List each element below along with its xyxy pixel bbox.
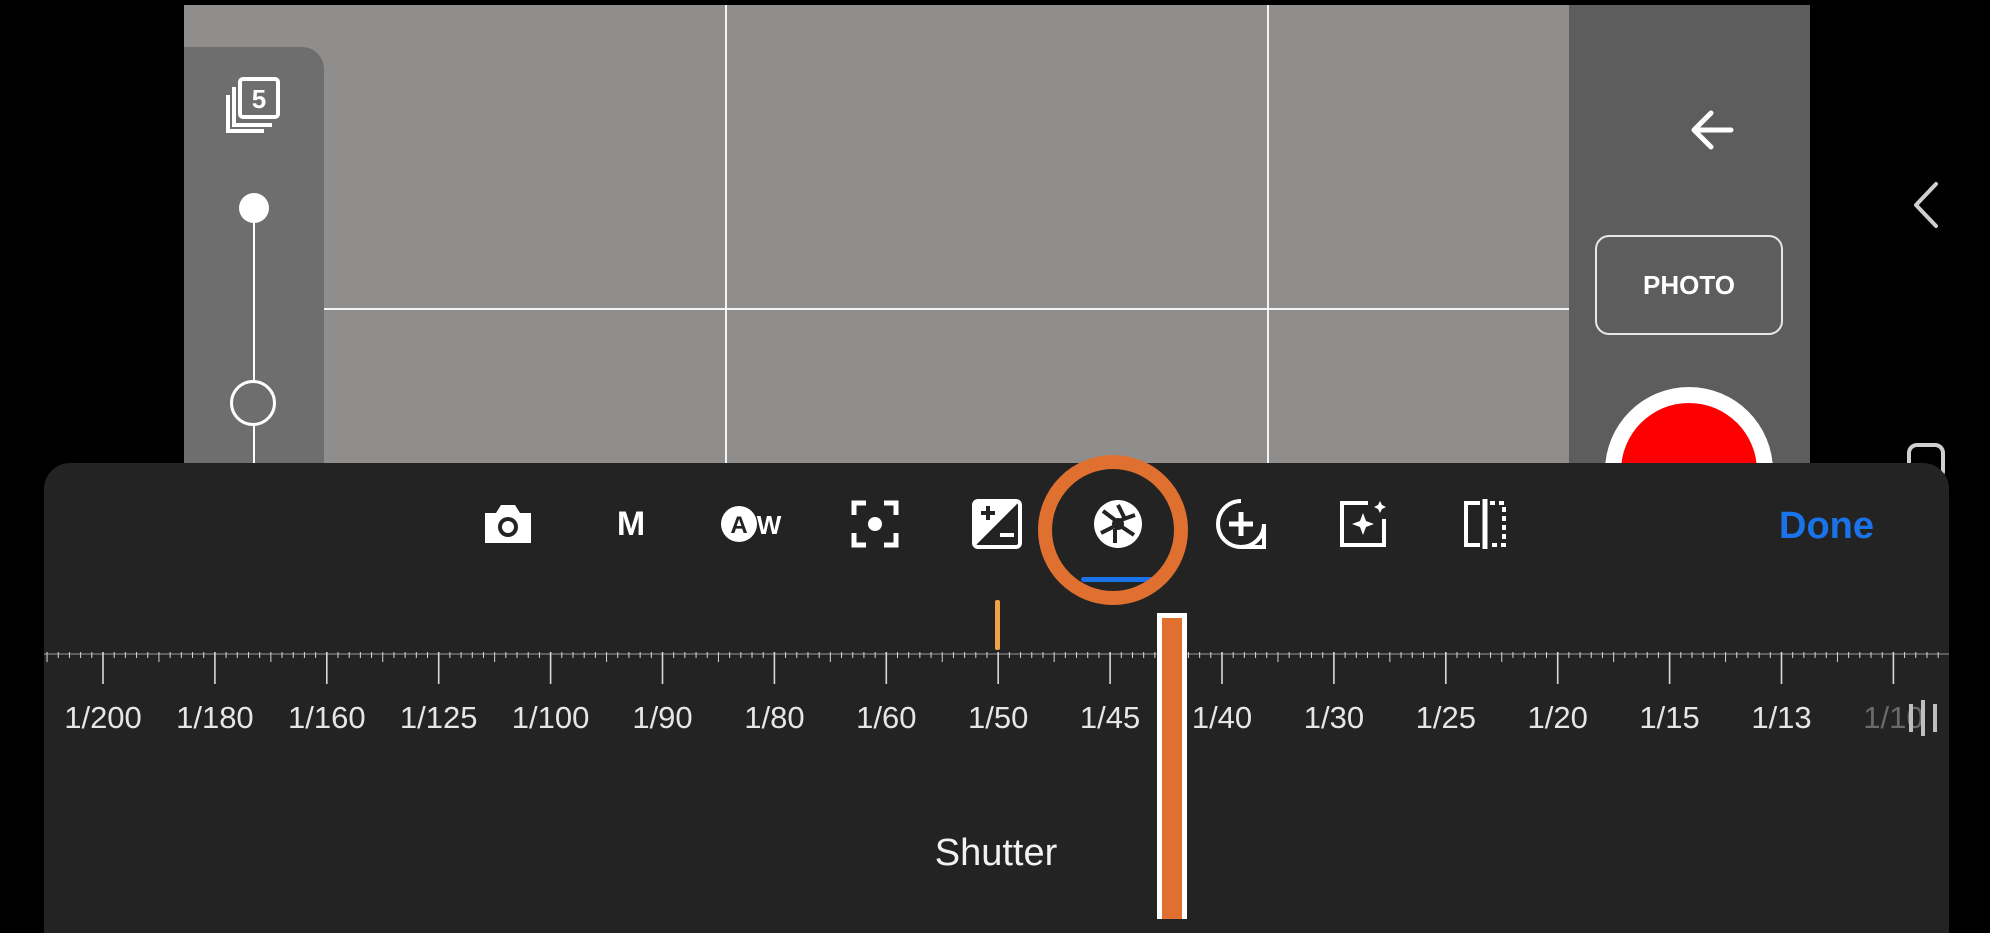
shutter-tick-label[interactable]: 1/13 bbox=[1751, 700, 1811, 736]
shutter-tick-label[interactable]: 1/15 bbox=[1639, 700, 1699, 736]
shutter-tick-label[interactable]: 1/80 bbox=[744, 700, 804, 736]
burst-count-value: 5 bbox=[252, 84, 266, 114]
capture-mode-label: PHOTO bbox=[1643, 269, 1735, 300]
white-balance-button[interactable]: A W AW bbox=[718, 495, 790, 553]
shutter-tick-label[interactable]: 1/200 bbox=[64, 700, 142, 736]
exposure-compensation-button[interactable] bbox=[967, 495, 1027, 553]
camera-icon bbox=[485, 505, 531, 543]
focus-frame-icon bbox=[851, 500, 899, 548]
auto-white-balance-icon: A W bbox=[721, 506, 782, 542]
burst-stack-icon: 5 bbox=[226, 77, 280, 133]
shutter-tick-label[interactable]: 1/180 bbox=[176, 700, 254, 736]
back-button[interactable] bbox=[1687, 105, 1737, 155]
annotation-highlight-circle bbox=[1038, 455, 1188, 605]
shutter-tick-label[interactable]: 1/45 bbox=[1080, 700, 1140, 736]
shutter-tick-label[interactable]: 1/60 bbox=[856, 700, 916, 736]
shutter-speed-ruler[interactable] bbox=[44, 648, 1949, 688]
shutter-tick-label[interactable]: 1/40 bbox=[1192, 700, 1252, 736]
zoom-slider-stop[interactable] bbox=[230, 380, 276, 426]
done-button[interactable]: Done bbox=[1779, 500, 1879, 552]
current-value-indicator[interactable] bbox=[1157, 613, 1187, 919]
svg-text:A: A bbox=[730, 512, 747, 539]
svg-text:W: W bbox=[757, 510, 782, 540]
split-compare-icon bbox=[1464, 499, 1506, 549]
chevron-left-icon bbox=[1914, 182, 1938, 228]
drag-handle-icon bbox=[1909, 700, 1937, 736]
burst-count-button[interactable]: 5 bbox=[224, 75, 280, 133]
shutter-tick-label[interactable]: 1/50 bbox=[968, 700, 1028, 736]
split-view-button[interactable] bbox=[1455, 495, 1515, 553]
grid-line-horizontal bbox=[184, 308, 1810, 310]
sparkle-frame-icon bbox=[1340, 501, 1386, 547]
shutter-tick-label[interactable]: 1/100 bbox=[512, 700, 590, 736]
shutter-tick-label[interactable]: 1/125 bbox=[400, 700, 478, 736]
capture-mode-button[interactable]: PHOTO bbox=[1595, 235, 1783, 335]
effects-button[interactable] bbox=[1333, 495, 1393, 553]
plus-circle-icon bbox=[1216, 499, 1266, 549]
shutter-tick-label[interactable]: 1/20 bbox=[1528, 700, 1588, 736]
scroll-handle[interactable] bbox=[1903, 698, 1943, 738]
manual-mode-label: M bbox=[616, 504, 646, 543]
zoom-slider-handle[interactable] bbox=[239, 193, 269, 223]
reference-marker bbox=[995, 600, 1000, 650]
shutter-tick-label[interactable]: 1/25 bbox=[1416, 700, 1476, 736]
shutter-tick-label[interactable]: 1/30 bbox=[1304, 700, 1364, 736]
exposure-compensation-icon bbox=[972, 499, 1022, 549]
focus-button[interactable] bbox=[845, 495, 905, 553]
camera-mode-button[interactable] bbox=[478, 495, 538, 553]
arrow-left-icon bbox=[1691, 110, 1734, 150]
manual-mode-button[interactable]: M bbox=[601, 495, 661, 553]
shutter-tick-label[interactable]: 1/90 bbox=[632, 700, 692, 736]
shutter-tick-label[interactable]: 1/160 bbox=[288, 700, 366, 736]
nav-back-button[interactable] bbox=[1906, 180, 1946, 230]
iso-button[interactable] bbox=[1211, 495, 1271, 553]
shutter-label: Shutter bbox=[934, 832, 1058, 874]
